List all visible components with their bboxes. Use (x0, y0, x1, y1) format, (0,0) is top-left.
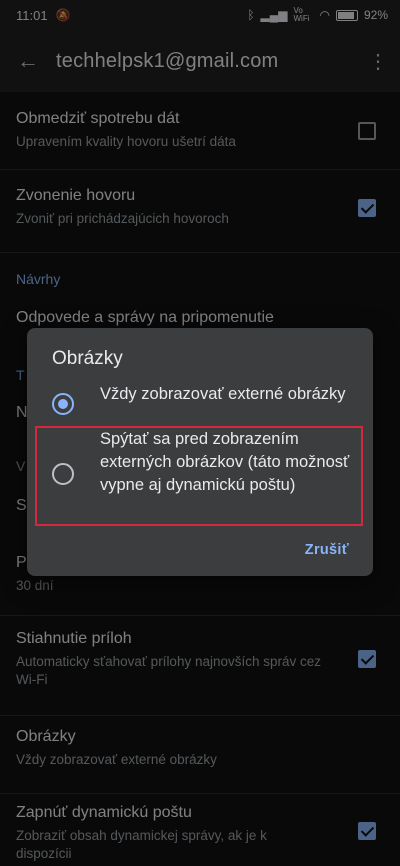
radio-selected-icon[interactable] (52, 393, 74, 415)
option-label: Spýtať sa pred zobrazením externých obrá… (100, 430, 350, 494)
cancel-button[interactable]: Zrušiť (305, 542, 349, 558)
option-always-show[interactable]: Vždy zobrazovať externé obrázky (27, 383, 373, 431)
radio-unselected-icon[interactable] (52, 463, 74, 485)
dialog-title: Obrázky (52, 348, 123, 369)
option-label: Vždy zobrazovať externé obrázky (100, 385, 346, 403)
option-ask-before[interactable]: Spýtať sa pred zobrazením externých obrá… (27, 428, 373, 524)
images-dialog: Obrázky Vždy zobrazovať externé obrázky … (27, 328, 373, 576)
